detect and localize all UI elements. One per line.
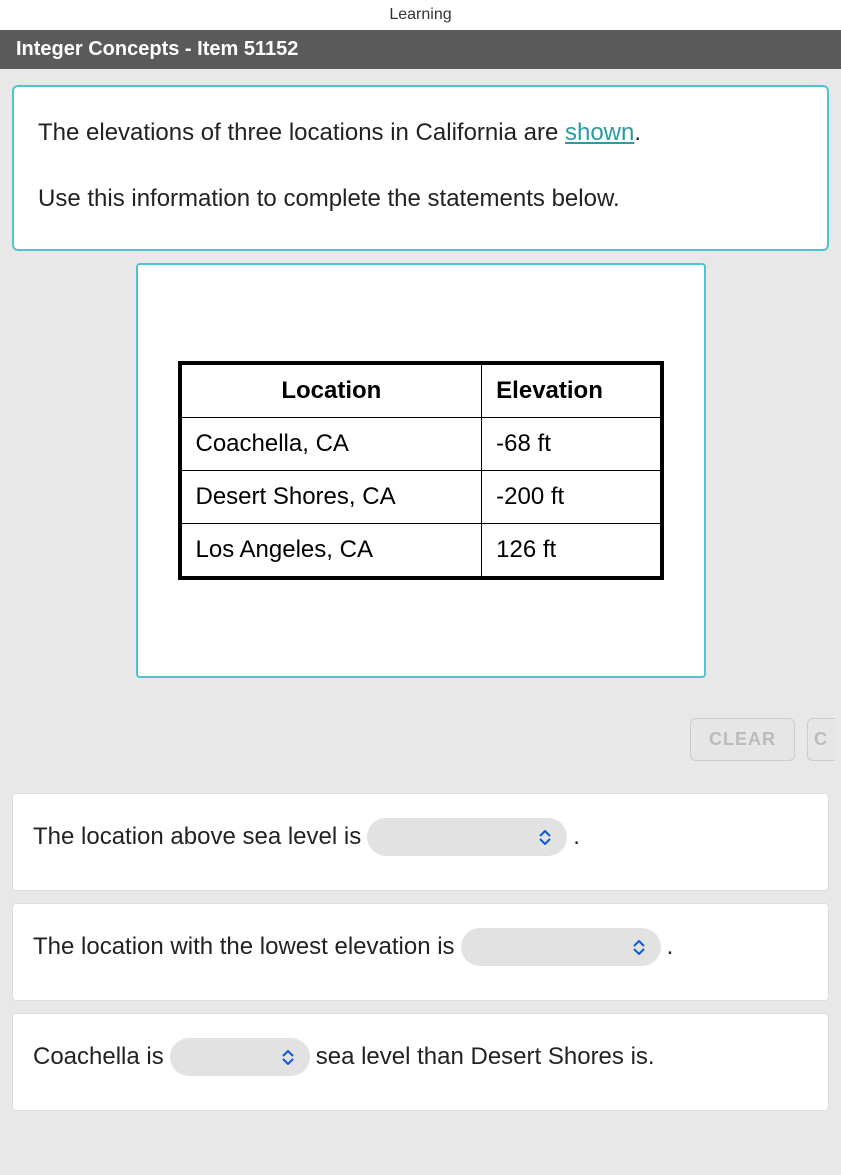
table-card: Location Elevation Coachella, CA -68 ft …	[136, 263, 706, 678]
q1-suffix: .	[634, 119, 641, 146]
cell-location: Desert Shores, CA	[180, 471, 482, 524]
cell-location: Los Angeles, CA	[180, 524, 482, 579]
table-row: Coachella, CA -68 ft	[180, 418, 662, 471]
header-location: Location	[180, 363, 482, 418]
cell-elevation: 126 ft	[482, 524, 662, 579]
statement-3: Coachella is sea level than Desert Shore…	[12, 1013, 829, 1111]
header-elevation: Elevation	[482, 363, 662, 418]
dropdown-lowest-elevation[interactable]	[461, 928, 661, 966]
table-header-row: Location Elevation	[180, 363, 662, 418]
q1-prefix: The elevations of three locations in Cal…	[38, 119, 565, 146]
elevation-table: Location Elevation Coachella, CA -68 ft …	[178, 361, 664, 580]
cell-elevation: -200 ft	[482, 471, 662, 524]
clear-button[interactable]: CLEAR	[690, 718, 795, 761]
content-area: Location Elevation Coachella, CA -68 ft …	[12, 263, 829, 781]
question-box: The elevations of three locations in Cal…	[12, 85, 829, 251]
s3-suffix: sea level than Desert Shores is.	[316, 1043, 655, 1071]
s1-prefix: The location above sea level is	[33, 823, 361, 851]
buttons-row: CLEAR C	[12, 678, 835, 781]
cell-elevation: -68 ft	[482, 418, 662, 471]
top-header: Learning	[0, 0, 841, 30]
s2-suffix: .	[667, 933, 674, 961]
dropdown-location-above[interactable]	[367, 818, 567, 856]
title-bar: Integer Concepts - Item 51152	[0, 30, 841, 69]
statement-1: The location above sea level is .	[12, 793, 829, 891]
s3-prefix: Coachella is	[33, 1043, 164, 1071]
table-row: Desert Shores, CA -200 ft	[180, 471, 662, 524]
brand-label: Learning	[389, 6, 451, 23]
title-text: Integer Concepts - Item 51152	[16, 38, 298, 60]
question-line-2: Use this information to complete the sta…	[38, 181, 803, 217]
shown-link[interactable]: shown	[565, 119, 634, 146]
s1-suffix: .	[573, 823, 580, 851]
chevron-updown-icon	[633, 940, 645, 955]
question-line-1: The elevations of three locations in Cal…	[38, 115, 803, 151]
statement-2: The location with the lowest elevation i…	[12, 903, 829, 1001]
chevron-updown-icon	[282, 1050, 294, 1065]
dropdown-comparison[interactable]	[170, 1038, 310, 1076]
table-row: Los Angeles, CA 126 ft	[180, 524, 662, 579]
s2-prefix: The location with the lowest elevation i…	[33, 933, 455, 961]
partial-button[interactable]: C	[807, 718, 835, 761]
chevron-updown-icon	[539, 830, 551, 845]
cell-location: Coachella, CA	[180, 418, 482, 471]
